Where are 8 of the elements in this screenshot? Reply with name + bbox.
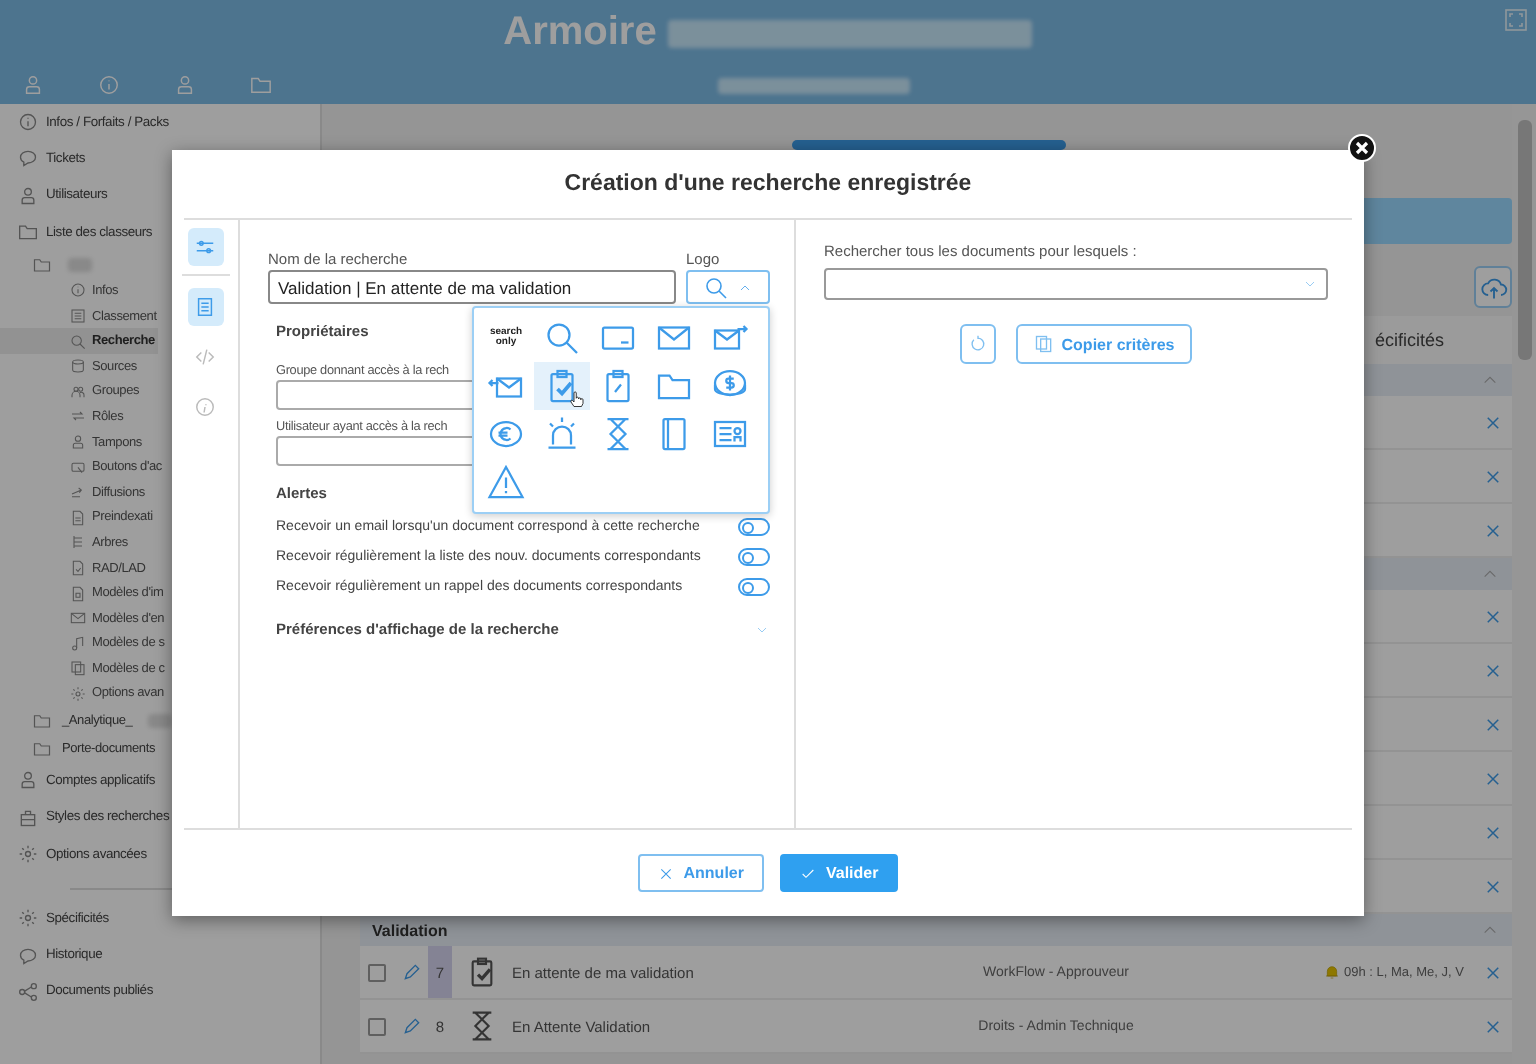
group-title: Validation <box>372 921 448 939</box>
copy-button[interactable]: Copier critères <box>1015 324 1193 364</box>
dialog-title: Création d'une recherche enregistrée <box>184 150 1352 220</box>
app-title: Armoire <box>503 10 657 56</box>
name-field[interactable]: Validation | En attente de ma validation <box>268 270 676 304</box>
tab[interactable]: écificités <box>1374 330 1444 350</box>
submit-button[interactable]: Valider <box>779 854 899 892</box>
cancel-button[interactable]: Annuler <box>637 854 764 892</box>
